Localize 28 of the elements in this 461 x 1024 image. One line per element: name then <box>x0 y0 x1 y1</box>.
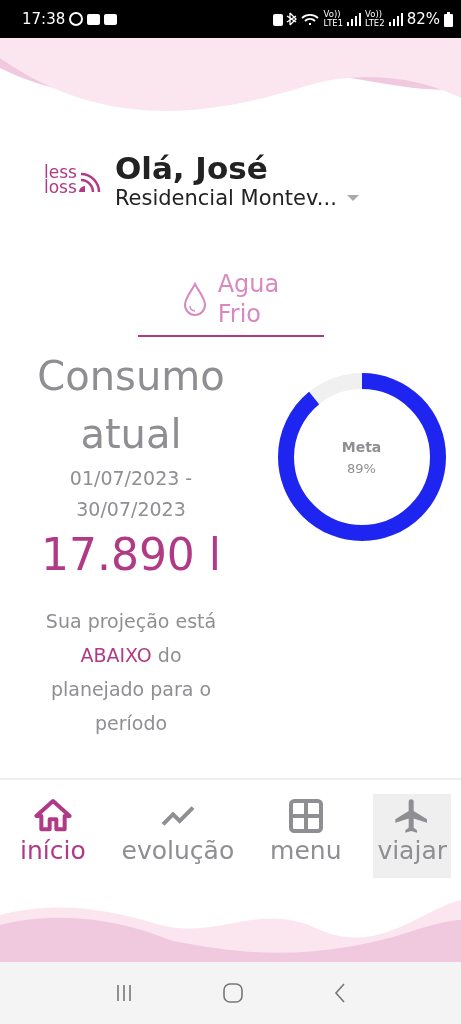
sim-label: Vo)) LTE2 <box>365 10 385 28</box>
gauge-label: Meta <box>341 438 382 455</box>
nav-tab[interactable]: evolução <box>117 794 239 878</box>
property-selector[interactable]: Residencial Montev... <box>114 186 359 210</box>
status-icons <box>69 12 120 26</box>
water-drop-icon <box>181 281 208 316</box>
utility-tab[interactable]: Agua Frio <box>137 262 324 337</box>
connectivity-icons <box>271 11 320 27</box>
period-end: 30/07/2023 <box>76 497 186 522</box>
gauge-reading: 89% <box>347 460 376 476</box>
back-icon[interactable] <box>332 982 347 1004</box>
nav-tab[interactable]: início <box>16 794 90 878</box>
battery-icon <box>444 11 453 27</box>
period-start: 01/07/2023 - <box>69 466 193 491</box>
battery-percent: 82% <box>406 10 440 28</box>
dropdown-caret-icon <box>346 195 359 201</box>
clock: 17:38 <box>22 10 66 28</box>
projection-text: Sua projeção está ABAIXO do planejado para o período <box>44 609 218 736</box>
logo-text: less loss <box>44 165 77 195</box>
greeting: Olá, José <box>114 150 269 186</box>
section-title: Consumo atual <box>36 352 226 459</box>
home-button-icon[interactable] <box>222 982 245 1004</box>
nav-tab[interactable]: menu <box>266 794 346 878</box>
nav-tab[interactable]: viajar <box>373 794 451 878</box>
sim-label: Vo)) LTE1 <box>323 10 344 28</box>
signal-icon <box>347 12 362 26</box>
consumption-value: 17.890 l <box>40 529 222 580</box>
signal-icon <box>388 12 403 26</box>
